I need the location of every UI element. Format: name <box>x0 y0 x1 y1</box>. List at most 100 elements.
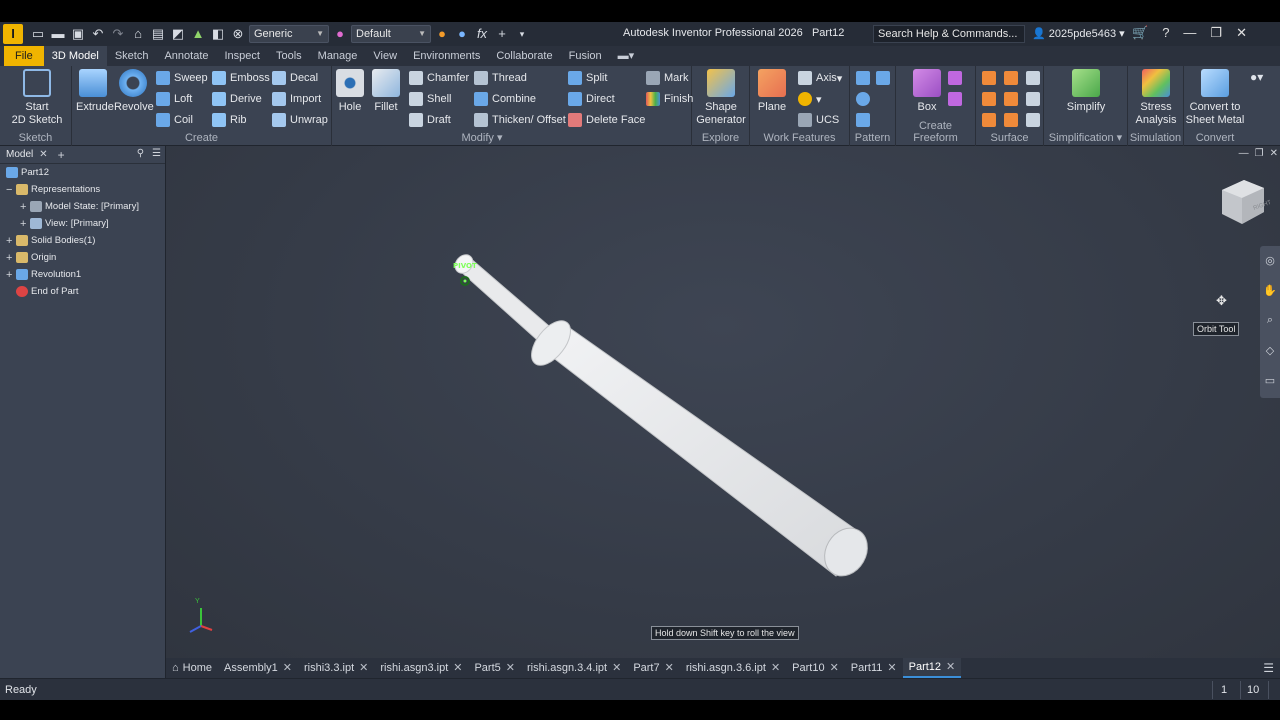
pan-icon[interactable]: ✋ <box>1263 284 1277 298</box>
decal-button[interactable]: Decal <box>272 70 318 86</box>
material-combo[interactable]: Generic ▼ <box>249 25 329 43</box>
shaft-model[interactable] <box>451 251 875 583</box>
loft-button[interactable]: Loft <box>156 91 192 107</box>
convert-to-sheet-metal-button[interactable]: Convert to Sheet Metal <box>1184 69 1246 127</box>
combine-button[interactable]: Combine <box>474 91 536 107</box>
finish-button[interactable]: Finish <box>646 91 693 107</box>
panel-label-modify[interactable]: Modify ▾ <box>332 131 632 144</box>
doc-tab-part12[interactable]: Part12 ✕ <box>902 657 962 678</box>
doc-tab-rishi-asgn-3-4[interactable]: rishi.asgn.3.4.ipt ✕ <box>521 658 627 678</box>
ucs-button[interactable]: UCS <box>798 112 839 128</box>
emboss-button[interactable]: Emboss <box>212 70 270 86</box>
collapse-icon[interactable]: − <box>6 184 16 196</box>
ribbon-display-options-icon[interactable]: ●▾ <box>1250 70 1263 84</box>
search-input[interactable]: Search Help & Commands... <box>873 25 1025 43</box>
tab-close-icon[interactable]: ✕ <box>453 658 462 678</box>
patch-icon[interactable] <box>1026 71 1040 85</box>
stitch-icon[interactable] <box>982 71 996 85</box>
coil-button[interactable]: Coil <box>156 112 193 128</box>
maximize-icon[interactable]: ❐ <box>1210 25 1222 41</box>
ribbon-options-icon[interactable]: ▬▾ <box>610 46 643 66</box>
doc-tab-part5[interactable]: Part5 ✕ <box>468 658 521 678</box>
extend-icon[interactable] <box>1004 92 1018 106</box>
tab-close-icon[interactable]: ✕ <box>946 657 955 677</box>
zoom-icon[interactable]: ⌕ <box>1263 314 1277 328</box>
derive-button[interactable]: Derive <box>212 91 262 107</box>
tab-close-icon[interactable]: ✕ <box>283 658 292 678</box>
select-icon[interactable]: ◧ <box>209 25 227 43</box>
tab-file[interactable]: File <box>4 46 44 66</box>
doc-tab-rishi3-3[interactable]: rishi3.3.ipt ✕ <box>298 658 374 678</box>
unwrap-button[interactable]: Unwrap <box>272 112 328 128</box>
shape-generator-button[interactable]: Shape Generator <box>696 69 746 127</box>
browser-search-icon[interactable]: ⚲ <box>137 148 144 159</box>
tab-list-menu-icon[interactable]: ☰ <box>1263 661 1274 675</box>
start-2d-sketch-button[interactable]: Start 2D Sketch <box>8 69 66 127</box>
save-icon[interactable]: ▣ <box>69 25 87 43</box>
tree-item-end-of-part[interactable]: End of Part <box>6 283 79 300</box>
doc-tab-part10[interactable]: Part10 ✕ <box>786 658 845 678</box>
simplify-button[interactable]: Simplify <box>1064 69 1108 114</box>
tree-item-part12[interactable]: Part12 <box>6 164 49 181</box>
replace-face-icon[interactable] <box>982 113 996 127</box>
tab-close-icon[interactable]: ✕ <box>771 658 780 678</box>
browser-tab-close-icon[interactable]: ✕ <box>39 149 47 160</box>
trim-icon[interactable] <box>982 92 996 106</box>
tab-close-icon[interactable]: ✕ <box>506 658 515 678</box>
inventor-logo-icon[interactable]: I <box>3 24 23 44</box>
tree-item-view[interactable]: + View: [Primary] <box>20 215 109 232</box>
import-button[interactable]: Import <box>272 91 321 107</box>
tab-close-icon[interactable]: ✕ <box>612 658 621 678</box>
browser-tab-model[interactable]: Model <box>6 149 33 160</box>
circular-pattern-icon[interactable] <box>856 92 870 106</box>
tree-item-revolution1[interactable]: + Revolution1 <box>6 266 81 283</box>
sketch-pattern-icon[interactable] <box>856 113 870 127</box>
freeform-face-icon[interactable] <box>948 71 962 85</box>
user-account[interactable]: 👤 2025pde5463 ▾ <box>1032 27 1125 40</box>
stress-analysis-button[interactable]: Stress Analysis <box>1134 69 1178 127</box>
tab-close-icon[interactable]: ✕ <box>830 658 839 678</box>
shell-button[interactable]: Shell <box>409 91 451 107</box>
rectangular-pattern-icon[interactable] <box>856 71 870 85</box>
expand-icon[interactable]: + <box>20 201 30 213</box>
expand-icon[interactable]: + <box>6 269 16 281</box>
sculpt-icon[interactable] <box>1004 71 1018 85</box>
chamfer-button[interactable]: Chamfer <box>409 70 469 86</box>
look-at-icon[interactable]: ▭ <box>1263 374 1277 388</box>
doc-tab-assembly1[interactable]: Assembly1 ✕ <box>218 658 298 678</box>
steering-wheel-icon[interactable]: ◎ <box>1263 254 1277 268</box>
fit-mesh-face-icon[interactable] <box>1026 113 1040 127</box>
doc-tab-rishi-asgn3[interactable]: rishi.asgn3.ipt ✕ <box>374 658 468 678</box>
expand-icon[interactable]: + <box>6 252 16 264</box>
add-icon[interactable]: + <box>493 25 511 43</box>
tab-annotate[interactable]: Annotate <box>156 46 216 66</box>
repair-bodies-icon[interactable] <box>1004 113 1018 127</box>
close-icon[interactable]: ✕ <box>1236 25 1247 41</box>
tree-item-origin[interactable]: + Origin <box>6 249 56 266</box>
tab-close-icon[interactable]: ✕ <box>359 658 368 678</box>
browser-add-tab-icon[interactable]: + <box>58 148 65 162</box>
revolve-button[interactable]: Revolve <box>114 69 154 114</box>
box-button[interactable]: Box <box>910 69 944 114</box>
tab-inspect[interactable]: Inspect <box>217 46 268 66</box>
adjust-icon[interactable]: ● <box>453 25 471 43</box>
color-override-icon[interactable]: ● <box>433 25 451 43</box>
minimize-icon[interactable]: — <box>1183 25 1196 41</box>
direct-button[interactable]: Direct <box>568 91 615 107</box>
tree-item-representations[interactable]: − Representations <box>6 181 100 198</box>
measure-icon[interactable]: ◩ <box>169 25 187 43</box>
draft-button[interactable]: Draft <box>409 112 451 128</box>
browser-menu-icon[interactable]: ☰ <box>152 148 161 159</box>
tab-sketch[interactable]: Sketch <box>107 46 157 66</box>
appearance-combo[interactable]: Default ▼ <box>351 25 431 43</box>
tab-3d-model[interactable]: 3D Model <box>43 46 107 66</box>
tab-close-icon[interactable]: ✕ <box>665 658 674 678</box>
expand-icon[interactable]: + <box>6 235 16 247</box>
split-button[interactable]: Split <box>568 70 607 86</box>
appearance-icon[interactable]: ● <box>331 25 349 43</box>
ruled-surface-icon[interactable] <box>1026 92 1040 106</box>
tree-item-solid-bodies[interactable]: + Solid Bodies(1) <box>6 232 95 249</box>
mark-button[interactable]: Mark <box>646 70 688 86</box>
clear-override-icon[interactable]: ⊗ <box>229 25 247 43</box>
help-icon[interactable]: ? <box>1162 25 1169 41</box>
